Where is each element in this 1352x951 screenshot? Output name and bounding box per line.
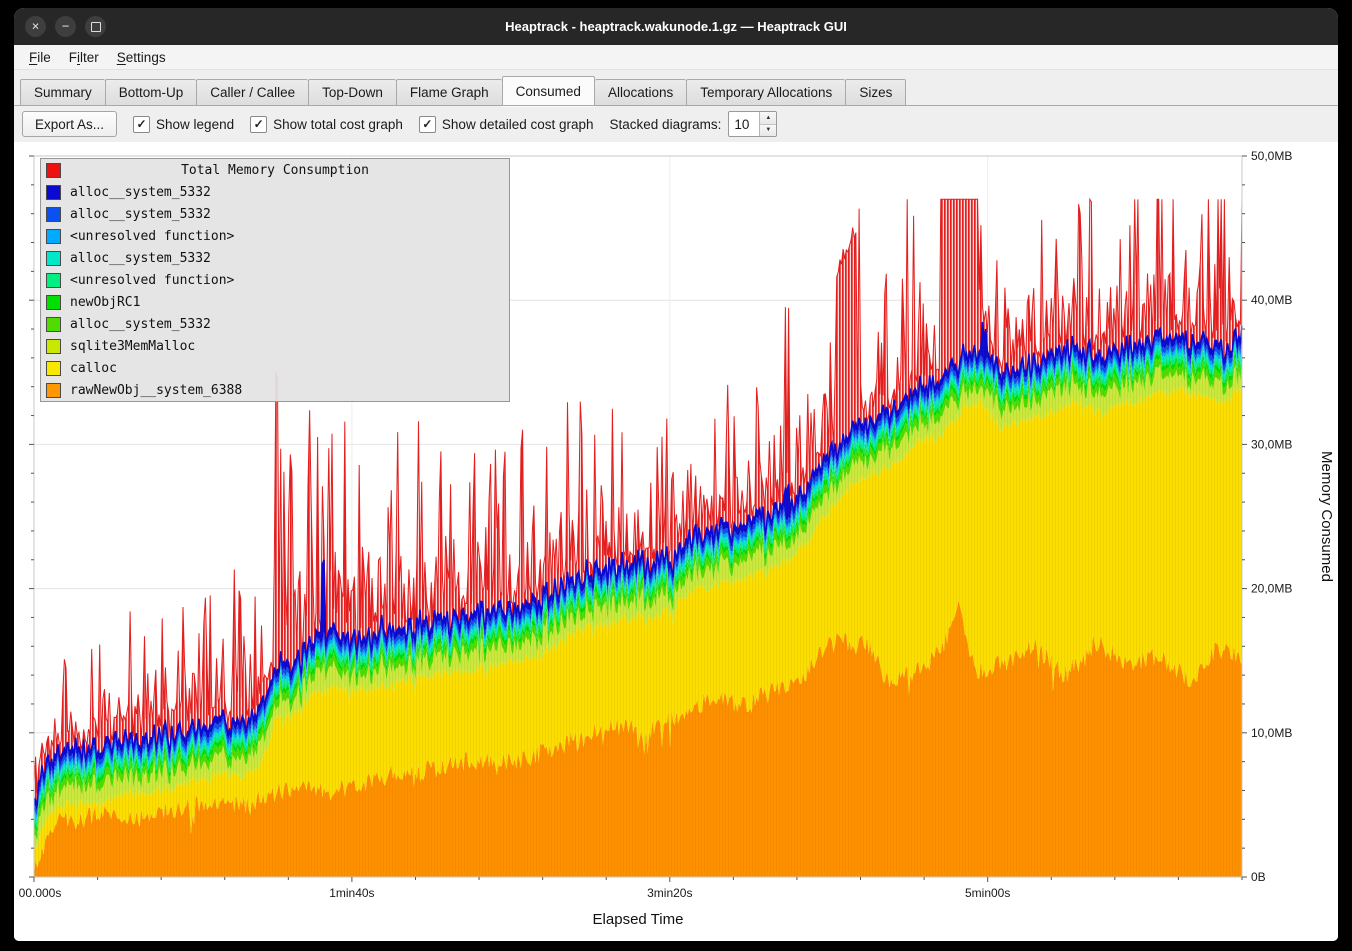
export-as-button[interactable]: Export As... (22, 111, 117, 137)
legend-item: alloc__system_5332 (41, 247, 509, 269)
legend-swatch (46, 273, 61, 288)
legend-item: <unresolved function> (41, 225, 509, 247)
y-tick-label: 50,0MB (1251, 149, 1292, 163)
show-total-cost-checkbox[interactable]: ✓ Show total cost graph (250, 116, 403, 133)
legend-item: calloc (41, 357, 509, 379)
x-tick-label: 00.000s (19, 886, 62, 900)
legend-title: Total Memory Consumption (70, 163, 480, 178)
legend-swatch (46, 207, 61, 222)
legend-item: sqlite3MemMalloc (41, 335, 509, 357)
y-axis-label: Memory Consumed (1318, 451, 1335, 582)
tab-allocations[interactable]: Allocations (595, 79, 686, 106)
show-legend-label: Show legend (156, 117, 234, 132)
legend-item: alloc__system_5332 (41, 181, 509, 203)
show-total-cost-label: Show total cost graph (273, 117, 403, 132)
legend-item: <unresolved function> (41, 269, 509, 291)
tab-top-down[interactable]: Top-Down (308, 79, 396, 106)
memory-consumption-chart[interactable]: 0B 10,0MB 20,0MB 30,0MB 40,0MB 50,0MB 00.000s 1… (14, 142, 1338, 941)
x-tick-label: 3min20s (647, 886, 692, 900)
y-tick-label: 40,0MB (1251, 293, 1292, 307)
checkbox-checked-icon: ✓ (419, 116, 436, 133)
y-tick-label: 10,0MB (1251, 726, 1292, 740)
legend-swatch (46, 383, 61, 398)
x-tick-label: 1min40s (329, 886, 374, 900)
spinner-down-button[interactable]: ▼ (760, 125, 776, 137)
legend-item: alloc__system_5332 (41, 313, 509, 335)
legend-item-label: calloc (70, 361, 117, 376)
legend-title-row: Total Memory Consumption (41, 159, 509, 181)
menubar: File Filter Settings (14, 45, 1338, 70)
tab-consumed[interactable]: Consumed (502, 76, 595, 106)
legend-item-label: newObjRC1 (70, 295, 140, 310)
legend-swatch (46, 229, 61, 244)
tab-sizes[interactable]: Sizes (845, 79, 906, 106)
toolbar: Export As... ✓ Show legend ✓ Show total … (14, 106, 1338, 142)
legend-item-label: <unresolved function> (70, 229, 234, 244)
tab-temporary-allocations[interactable]: Temporary Allocations (686, 79, 845, 106)
legend-item-label: sqlite3MemMalloc (70, 339, 195, 354)
menu-filter[interactable]: Filter (60, 48, 108, 67)
minimize-icon: − (62, 20, 70, 33)
legend-item: rawNewObj__system_6388 (41, 379, 509, 401)
app-window: × − Heaptrack - heaptrack.wakunode.1.gz … (14, 8, 1338, 941)
legend-item: alloc__system_5332 (41, 203, 509, 225)
legend-item-label: alloc__system_5332 (70, 251, 211, 266)
show-legend-checkbox[interactable]: ✓ Show legend (133, 116, 234, 133)
titlebar[interactable]: × − Heaptrack - heaptrack.wakunode.1.gz … (14, 8, 1338, 45)
stacked-diagrams-spinner[interactable]: 10 ▲ ▼ (728, 111, 777, 137)
chart-legend: Total Memory Consumption alloc__system_53… (40, 158, 510, 402)
menu-settings[interactable]: Settings (108, 48, 175, 67)
x-tick-label: 5min00s (965, 886, 1010, 900)
checkbox-checked-icon: ✓ (133, 116, 150, 133)
legend-item: newObjRC1 (41, 291, 509, 313)
legend-item-label: rawNewObj__system_6388 (70, 383, 242, 398)
menu-file[interactable]: File (20, 48, 60, 67)
legend-item-label: alloc__system_5332 (70, 317, 211, 332)
tab-caller-callee[interactable]: Caller / Callee (196, 79, 308, 106)
legend-swatch (46, 361, 61, 376)
legend-swatch (46, 185, 61, 200)
maximize-icon (91, 22, 101, 32)
y-tick-label: 30,0MB (1251, 437, 1292, 451)
minimize-button[interactable]: − (55, 16, 76, 37)
legend-item-label: alloc__system_5332 (70, 185, 211, 200)
legend-swatch (46, 163, 61, 178)
x-axis-label: Elapsed Time (593, 911, 684, 928)
close-icon: × (32, 20, 40, 33)
spinner-buttons: ▲ ▼ (759, 112, 776, 136)
legend-swatch (46, 339, 61, 354)
tab-flame-graph[interactable]: Flame Graph (396, 79, 502, 106)
window-controls: × − (25, 16, 106, 37)
show-detailed-cost-checkbox[interactable]: ✓ Show detailed cost graph (419, 116, 594, 133)
window-title: Heaptrack - heaptrack.wakunode.1.gz — He… (14, 19, 1338, 34)
y-tick-label: 20,0MB (1251, 582, 1292, 596)
stacked-diagrams-group: Stacked diagrams: 10 ▲ ▼ (610, 111, 778, 137)
stacked-diagrams-label: Stacked diagrams: (610, 117, 722, 132)
tab-bottom-up[interactable]: Bottom-Up (105, 79, 197, 106)
show-detailed-cost-label: Show detailed cost graph (442, 117, 594, 132)
legend-swatch (46, 295, 61, 310)
y-tick-label: 0B (1251, 870, 1266, 884)
checkbox-checked-icon: ✓ (250, 116, 267, 133)
legend-swatch (46, 251, 61, 266)
tab-bar: Summary Bottom-Up Caller / Callee Top-Do… (14, 70, 1338, 106)
close-button[interactable]: × (25, 16, 46, 37)
maximize-button[interactable] (85, 16, 106, 37)
legend-swatch (46, 317, 61, 332)
spinner-up-button[interactable]: ▲ (760, 112, 776, 125)
legend-item-label: <unresolved function> (70, 273, 234, 288)
tab-summary[interactable]: Summary (20, 79, 105, 106)
spinner-value: 10 (729, 112, 759, 136)
legend-item-label: alloc__system_5332 (70, 207, 211, 222)
